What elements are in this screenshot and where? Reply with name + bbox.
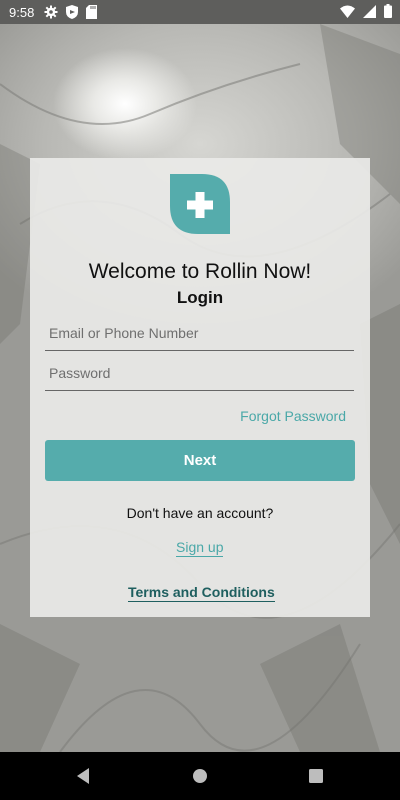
back-icon[interactable] [74,766,94,786]
no-account-text: Don't have an account? [126,505,274,521]
shield-icon [66,5,79,19]
navigation-bar [0,752,400,800]
recents-icon[interactable] [306,766,326,786]
forgot-password-link[interactable]: Forgot Password [240,408,346,424]
home-icon[interactable] [190,766,210,786]
signup-link[interactable]: Sign up [176,539,224,557]
password-input[interactable] [45,356,354,390]
email-input[interactable] [45,316,354,350]
login-title: Login [176,288,224,307]
terms-and-conditions-link[interactable]: Terms and Conditions [128,584,275,602]
sd-card-icon [86,5,98,19]
email-field[interactable] [45,316,354,351]
gear-icon [44,5,58,19]
wifi-icon [340,5,355,23]
battery-icon [384,4,392,23]
status-bar: 9:58 [0,0,400,24]
plus-leaf-logo-icon [170,174,230,234]
next-button[interactable]: Next [45,440,355,481]
status-time: 9:58 [9,4,35,20]
cellular-icon [363,4,376,23]
login-card: Welcome to Rollin Now! Login Forgot Pass… [30,158,370,617]
password-field[interactable] [45,356,354,391]
welcome-heading: Welcome to Rollin Now! [88,260,312,283]
